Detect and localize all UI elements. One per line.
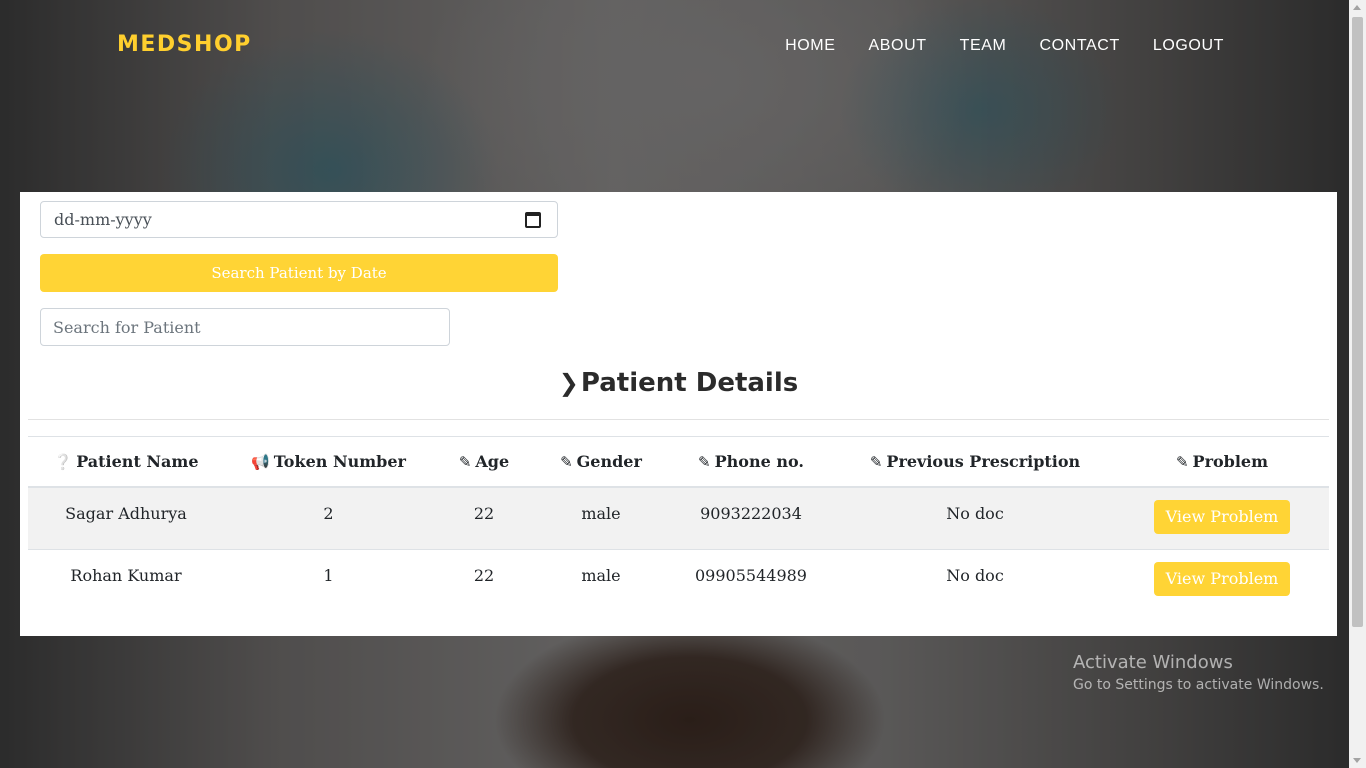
patient-table: ❔ Patient Name 📢 Token Number ✎ Age ✎ Gender… [28,436,1329,613]
brand-logo[interactable]: MEDSHOP [117,32,252,57]
nav-link-about[interactable]: ABOUT [869,37,927,55]
cell-token-number: 2 [323,503,334,523]
section-title: ❯Patient Details [20,368,1337,398]
view-problem-button[interactable]: View Problem [1153,562,1291,596]
nav-link-team[interactable]: TEAM [960,37,1007,55]
edit-icon: ✎ [1175,452,1189,471]
cell-problem: View Problem [1115,549,1329,613]
vertical-scrollbar[interactable] [1349,0,1366,768]
date-placeholder: dd-mm-yyyy [54,210,152,229]
table-header-row: ❔ Patient Name 📢 Token Number ✎ Age ✎ Gender… [28,436,1329,488]
header-patient-name[interactable]: ❔ Patient Name [28,436,224,488]
nav-link-contact[interactable]: CONTACT [1039,37,1119,55]
question-circle-icon: ❔ [53,452,73,471]
scroll-down-icon[interactable] [1353,758,1361,763]
navbar: MEDSHOP HOME ABOUT TEAM CONTACT LOGOUT [0,0,1349,92]
cell-prescription: No doc [835,549,1115,613]
scrollbar-thumb[interactable] [1352,17,1363,627]
watermark-subtitle: Go to Settings to activate Windows. [1073,677,1324,693]
table-row: Sagar Adhurya 2 22 male 9093222034 No do… [28,486,1329,550]
patient-card: dd-mm-yyyy Search Patient by Date Search… [20,192,1337,636]
header-age[interactable]: ✎ Age [433,436,535,488]
calendar-icon[interactable] [525,212,541,228]
search-by-date-button[interactable]: Search Patient by Date [40,254,558,292]
table-row: Rohan Kumar 1 22 male 09905544989 No doc… [28,549,1329,613]
patient-search-placeholder: Search for Patient [53,317,201,337]
cell-prescription: No doc [946,503,1004,523]
edit-icon: ✎ [560,452,573,471]
watermark-title: Activate Windows [1073,652,1233,673]
header-gender[interactable]: ✎ Gender [535,436,667,488]
scroll-up-icon[interactable] [1353,5,1361,10]
divider [28,419,1329,420]
activate-windows-watermark: Activate Windows Go to Settings to activ… [1073,652,1324,693]
cell-token-number: 1 [224,549,433,613]
cell-age: 22 [473,503,495,523]
view-problem-button[interactable]: View Problem [1153,499,1291,534]
date-input[interactable]: dd-mm-yyyy [40,201,558,238]
cell-patient-name: Rohan Kumar [28,549,224,613]
cell-gender: male [535,549,667,613]
header-problem[interactable]: ✎ Problem [1115,436,1329,488]
cell-phone: 9093222034 [700,503,802,523]
edit-icon: ✎ [869,452,883,471]
header-previous-prescription[interactable]: ✎ Previous Prescription [835,436,1115,488]
header-phone[interactable]: ✎ Phone no. [667,436,835,488]
edit-icon: ✎ [698,452,711,471]
cell-phone: 09905544989 [667,549,835,613]
nav-link-logout[interactable]: LOGOUT [1153,37,1224,55]
cell-gender: male [581,503,621,523]
edit-icon: ✎ [458,452,472,471]
nav-links: HOME ABOUT TEAM CONTACT LOGOUT [752,37,1224,55]
megaphone-icon: 📢 [251,452,270,471]
header-token-number[interactable]: 📢 Token Number [224,436,433,488]
patient-search-input[interactable]: Search for Patient [40,308,450,346]
nav-link-home[interactable]: HOME [785,37,835,55]
section-title-text: Patient Details [580,368,799,398]
cell-patient-name: Sagar Adhurya [65,503,187,523]
chevron-right-icon: ❯ [558,369,579,397]
cell-age: 22 [433,549,535,613]
cell-problem: View Problem [1115,487,1329,550]
